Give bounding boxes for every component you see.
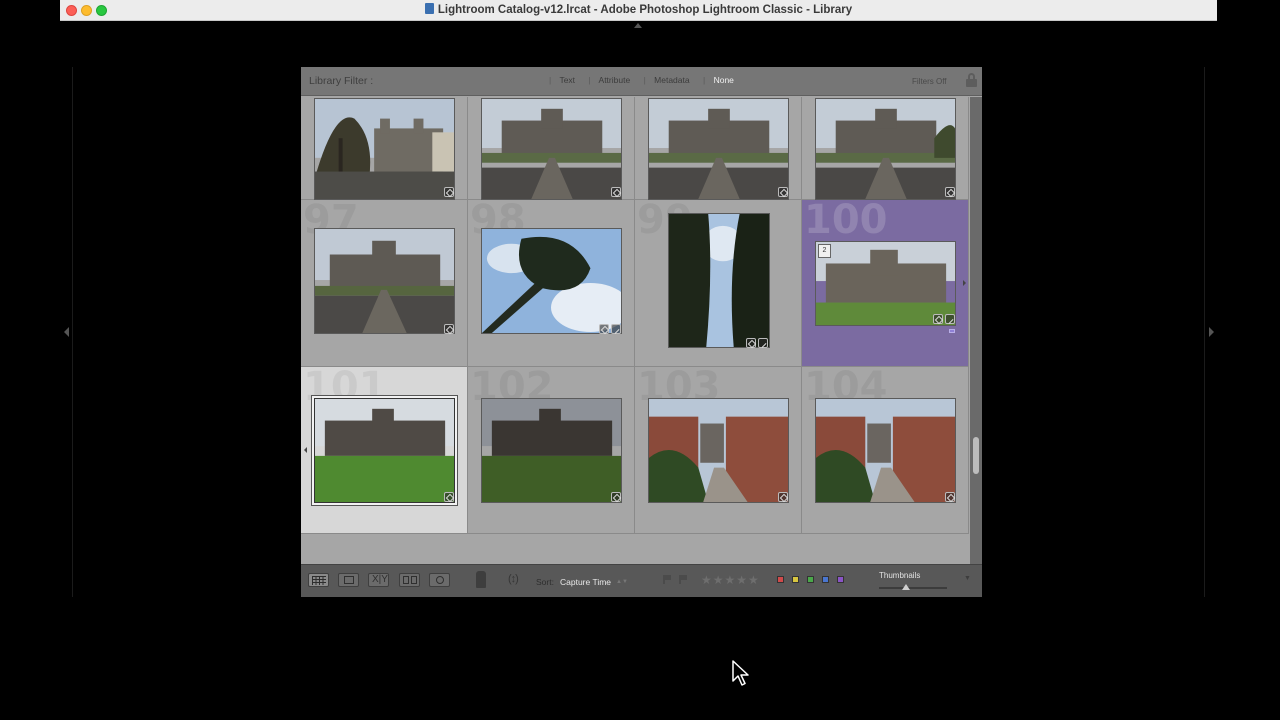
filter-tab-attribute[interactable]: Attribute	[599, 75, 631, 85]
window-titlebar: Lightroom Catalog-v12.lrcat - Adobe Phot…	[60, 0, 1217, 21]
sort-direction-icon[interactable]: (↕)	[508, 573, 519, 585]
red-label-button[interactable]	[777, 576, 784, 583]
edited-badge-icon	[599, 324, 609, 334]
photo-thumbnail[interactable]	[815, 98, 956, 200]
filter-tab-separator: |	[702, 75, 706, 85]
people-view-button[interactable]	[429, 573, 450, 587]
stack-expand-icon[interactable]	[963, 280, 966, 286]
stack-count-badge[interactable]: 2	[818, 244, 831, 258]
yellow-label-button[interactable]	[792, 576, 799, 583]
toolbar-menu-caret-icon[interactable]: ▼	[964, 575, 971, 582]
rating-stars[interactable]: ★★★★★	[701, 573, 760, 587]
loupe-view-icon	[344, 576, 354, 584]
sort-dropdown-caret-icon[interactable]: ▲▼	[616, 579, 628, 585]
grid-cell-100[interactable]: 100 2	[802, 200, 969, 367]
window-title-wrap: Lightroom Catalog-v12.lrcat - Adobe Phot…	[60, 3, 1217, 16]
grid-scrollbar[interactable]	[970, 97, 982, 564]
blue-label-button[interactable]	[822, 576, 829, 583]
survey-view-icon	[403, 576, 409, 584]
loupe-view-button[interactable]	[338, 573, 359, 587]
cell-index: 100	[804, 197, 888, 243]
edited-badge-icon	[933, 314, 943, 324]
grid-cell-102[interactable]: 102	[468, 367, 635, 534]
cropped-badge-icon	[758, 338, 768, 348]
color-label-indicator	[949, 329, 955, 333]
photo-thumbnail[interactable]	[648, 98, 789, 200]
purple-label-button[interactable]	[837, 576, 844, 583]
photo-thumbnail[interactable]	[481, 398, 622, 503]
edited-badge-icon	[945, 187, 955, 197]
thumbnail-size-knob[interactable]	[902, 584, 911, 590]
top-panel-toggle-icon[interactable]	[634, 23, 642, 28]
painter-icon[interactable]	[476, 571, 486, 588]
library-filter-bar: Library Filter : | Text | Attribute | Me…	[301, 67, 982, 96]
edited-badge-icon	[444, 324, 454, 334]
people-view-icon	[436, 576, 444, 584]
right-panel-edge	[1204, 67, 1205, 597]
filter-tab-separator: |	[643, 75, 646, 85]
pick-flag-icon[interactable]	[663, 575, 672, 584]
document-icon	[424, 3, 434, 14]
grid-cell-row1-col4[interactable]	[802, 97, 969, 200]
thumbnails-label: Thumbnails	[879, 571, 921, 580]
grid-view-icon	[312, 576, 326, 585]
photo-thumbnail[interactable]	[481, 98, 622, 200]
grid-cell-103[interactable]: 103	[635, 367, 802, 534]
edited-badge-icon	[611, 187, 621, 197]
thumbnail-grid: 97 98 99 100 2 101 102 103 104	[301, 97, 970, 564]
filter-tab-separator: |	[588, 75, 591, 85]
left-panel-edge	[72, 67, 73, 597]
grid-cell-row1-col3[interactable]	[635, 97, 802, 200]
library-grid-window: Library Filter : | Text | Attribute | Me…	[301, 67, 982, 597]
library-toolbar: X|Y (↕) Sort: Capture Time ▲▼ ★★★★★ Thum…	[301, 564, 982, 597]
grid-cell-101[interactable]: 101	[301, 367, 468, 534]
mouse-pointer-icon	[732, 660, 749, 686]
thumbnail-size-slider[interactable]	[879, 587, 947, 589]
filter-lock-icon[interactable]	[966, 73, 977, 87]
edited-badge-icon	[444, 187, 454, 197]
scrollbar-thumb[interactable]	[973, 437, 979, 474]
grid-cell-97[interactable]: 97	[301, 200, 468, 367]
filter-tab-metadata[interactable]: Metadata	[654, 75, 689, 85]
edited-badge-icon	[746, 338, 756, 348]
green-label-button[interactable]	[807, 576, 814, 583]
photo-thumbnail[interactable]	[314, 98, 455, 200]
survey-view-button[interactable]	[399, 573, 420, 587]
photo-thumbnail[interactable]	[314, 398, 455, 503]
right-panel-toggle-icon[interactable]	[1209, 327, 1214, 337]
photo-thumbnail[interactable]	[815, 398, 956, 503]
edited-badge-icon	[778, 187, 788, 197]
left-panel-toggle-icon[interactable]	[64, 327, 69, 337]
stack-collapse-icon[interactable]	[304, 447, 307, 453]
reject-flag-icon[interactable]	[679, 575, 688, 584]
photo-thumbnail[interactable]	[314, 228, 455, 334]
filter-tab-separator: |	[549, 75, 552, 85]
edited-badge-icon	[945, 492, 955, 502]
compare-view-icon: X|Y	[372, 574, 388, 585]
library-filter-label: Library Filter :	[309, 75, 374, 87]
edited-badge-icon	[778, 492, 788, 502]
filter-tab-none[interactable]: None	[714, 75, 734, 85]
edited-badge-icon	[444, 492, 454, 502]
photo-thumbnail[interactable]	[481, 228, 622, 334]
grid-cell-row1-col2[interactable]	[468, 97, 635, 200]
sort-label: Sort:	[536, 577, 554, 587]
grid-view-button[interactable]	[308, 573, 329, 587]
window-title: Lightroom Catalog-v12.lrcat - Adobe Phot…	[437, 4, 853, 16]
filter-tabs: | Text | Attribute | Metadata | None	[549, 75, 745, 85]
compare-view-button[interactable]: X|Y	[368, 573, 389, 587]
filters-off-dropdown[interactable]: Filters Off	[912, 77, 947, 86]
cropped-badge-icon	[611, 324, 621, 334]
grid-cell-104[interactable]: 104	[802, 367, 969, 534]
sort-dropdown[interactable]: Capture Time	[560, 577, 611, 587]
edited-badge-icon	[611, 492, 621, 502]
survey-view-icon-part	[411, 576, 417, 584]
cropped-badge-icon	[945, 314, 955, 324]
grid-cell-99[interactable]: 99	[635, 200, 802, 367]
filter-tab-text[interactable]: Text	[559, 75, 575, 85]
grid-cell-98[interactable]: 98	[468, 200, 635, 367]
photo-thumbnail[interactable]	[668, 213, 770, 348]
photo-thumbnail[interactable]	[648, 398, 789, 503]
grid-cell-row1-col1[interactable]	[301, 97, 468, 200]
